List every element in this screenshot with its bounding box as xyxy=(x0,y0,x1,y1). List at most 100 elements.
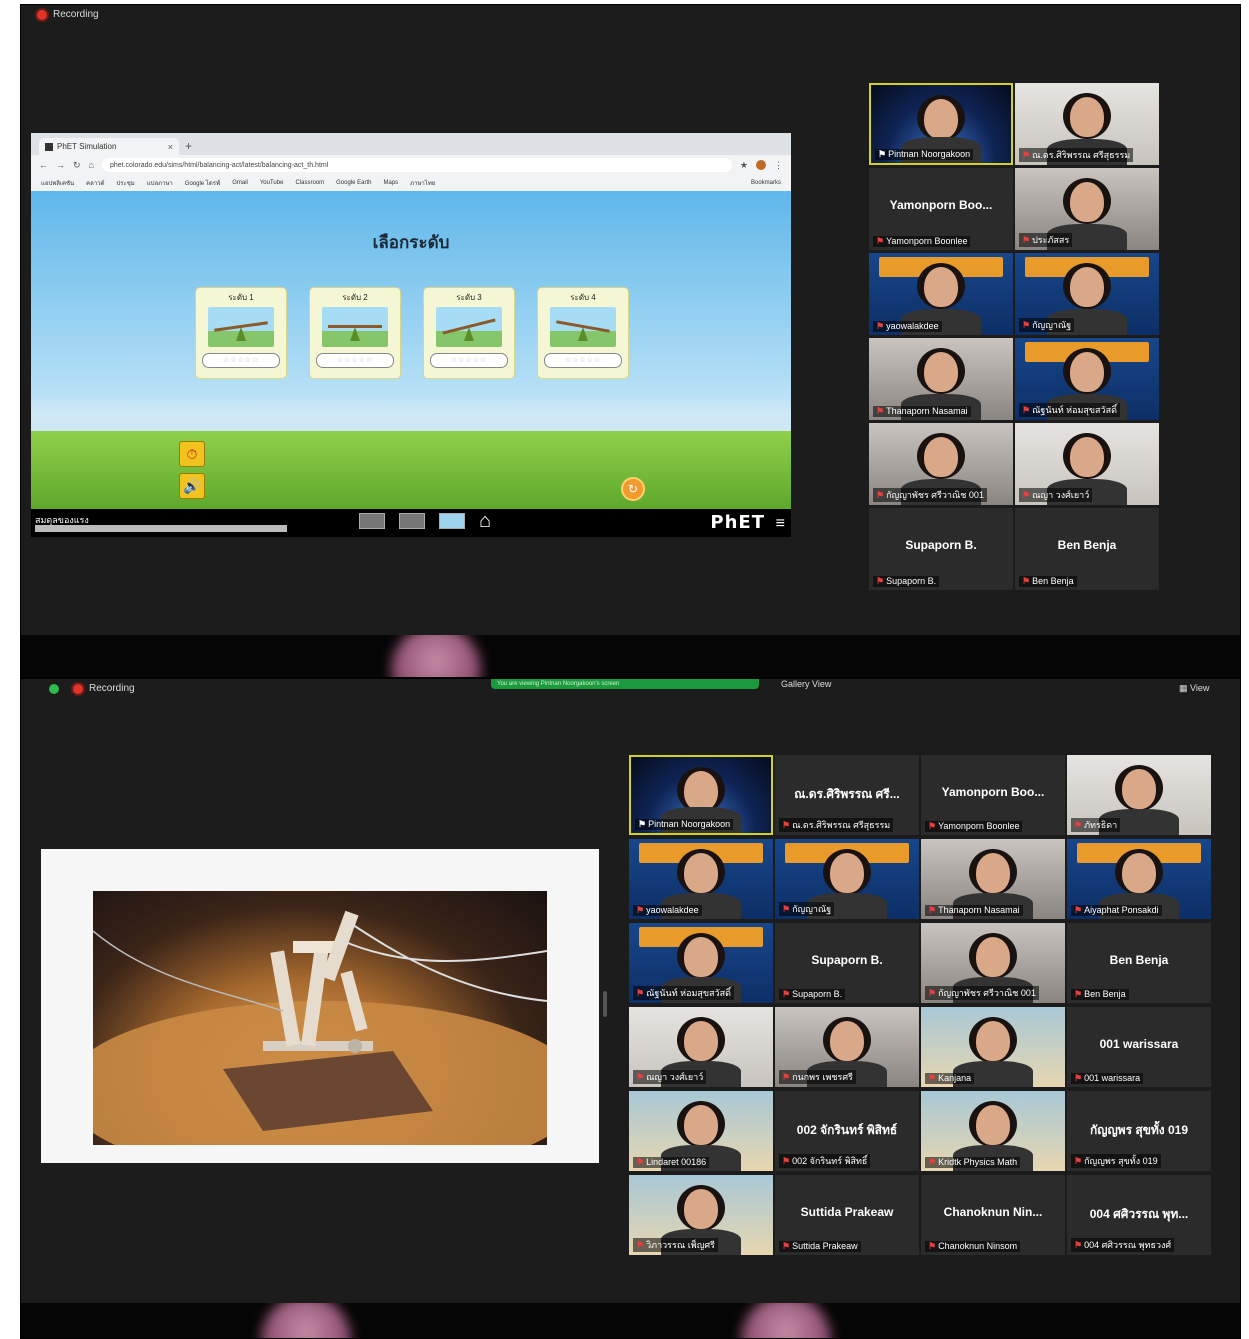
participant-tile[interactable]: Yamonporn Boo... ⚑ Yamonporn Boonlee xyxy=(921,755,1065,835)
bookmark-item[interactable]: ภาษาไทย xyxy=(410,178,435,188)
bookmark-item[interactable]: แปลภาษา xyxy=(147,178,173,188)
participant-face xyxy=(1122,769,1156,809)
bookmark-item[interactable]: Google Earth xyxy=(336,180,371,186)
url-bar[interactable]: phet.colorado.edu/sims/html/balancing-ac… xyxy=(101,158,732,172)
participant-tile[interactable]: ⚑ วิภาวรรณ เพ็ญศรี xyxy=(629,1175,773,1255)
sound-toggle-button[interactable]: 🔊 xyxy=(179,473,205,499)
participant-tile[interactable]: ⚑ Aiyaphat Ponsakdi xyxy=(1067,839,1211,919)
phet-menu-icon[interactable]: ≡ xyxy=(776,515,785,533)
close-tab-icon[interactable]: × xyxy=(168,142,173,152)
panel-splitter-handle[interactable] xyxy=(603,991,607,1017)
level-2-button[interactable]: ระดับ 2 ☆☆☆☆☆ xyxy=(309,287,401,379)
participant-name-label: ⚑ Ben Benja xyxy=(1071,989,1129,1000)
level-3-button[interactable]: ระดับ 3 ☆☆☆☆☆ xyxy=(423,287,515,379)
participant-tile[interactable]: ⚑ Pintnan Noorgakoon xyxy=(869,83,1013,165)
participant-tile[interactable]: ⚑ Kanjana xyxy=(921,1007,1065,1087)
profile-icon[interactable] xyxy=(756,160,766,170)
mic-muted-icon: ⚑ xyxy=(928,1241,937,1251)
participant-name-text: วิภาวรรณ เพ็ญศรี xyxy=(646,1240,715,1250)
participant-name-label: ⚑ Supaporn B. xyxy=(873,576,940,587)
mic-muted-icon: ⚑ xyxy=(1074,989,1083,999)
home-icon[interactable]: ⌂ xyxy=(89,160,94,170)
extension-icon[interactable]: ★ xyxy=(740,160,748,171)
participant-tile[interactable]: ⚑ ณญา วงศ์เยาว์ xyxy=(1015,423,1159,505)
participant-tile[interactable]: ⚑ กัญญาพัชร ศรีวาณิช 001 xyxy=(869,423,1013,505)
participant-tile[interactable]: ⚑ ณัฐนันท์ ห่อมสุขสวัสดิ์ xyxy=(629,923,773,1003)
participant-tile[interactable]: Suttida Prakeaw ⚑ Suttida Prakeaw xyxy=(775,1175,919,1255)
back-icon[interactable]: ← xyxy=(39,160,48,170)
participant-name-label: ⚑ ณ.ดร.ศิริพรรณ ศรีสุธรรม xyxy=(779,818,894,832)
bookmark-item[interactable]: ประชุม xyxy=(116,178,134,188)
view-button[interactable]: ▦ View xyxy=(1179,683,1209,694)
participant-face xyxy=(1070,182,1104,222)
nav-screen-intro[interactable] xyxy=(359,513,385,529)
phet-logo[interactable]: PhET xyxy=(710,512,765,533)
participant-tile[interactable]: ⚑ ณญา วงศ์เยาว์ xyxy=(629,1007,773,1087)
participant-tile[interactable]: ⚑ กัญญาพัชร ศรีวาณิช 001 xyxy=(921,923,1065,1003)
participant-tile[interactable]: ⚑ Kridtk Physics Math xyxy=(921,1091,1065,1171)
bookmarks-folder[interactable]: Bookmarks xyxy=(751,180,781,186)
bookmark-item[interactable]: Classroom xyxy=(295,180,324,186)
banner-text: You are viewing Pintnan Noorgakoon's scr… xyxy=(497,681,620,687)
nav-home-icon[interactable]: ⌂ xyxy=(479,510,491,533)
participant-tile[interactable]: ณ.ดร.ศิริพรรณ ศรี... ⚑ ณ.ดร.ศิริพรรณ ศรีสุ… xyxy=(775,755,919,835)
recording-indicator: Recording xyxy=(49,683,135,694)
mic-muted-icon: ⚑ xyxy=(1022,490,1031,500)
timer-toggle-button[interactable]: ⏱ xyxy=(179,441,205,467)
participant-tile[interactable]: กัญญพร สุขทั้ง 019 ⚑ กัญญพร สุขทั้ง 019 xyxy=(1067,1091,1211,1171)
heart-decoration xyxy=(261,1303,351,1338)
participant-name-label: ⚑ Kanjana xyxy=(925,1073,975,1084)
view-options-button[interactable]: Gallery View xyxy=(781,679,831,689)
participant-display-name: Ben Benja xyxy=(1057,538,1117,552)
participant-tile[interactable]: ⚑ กนกพร เพชรศรี xyxy=(775,1007,919,1087)
bookmark-item[interactable]: Gmail xyxy=(232,180,248,186)
participant-tile[interactable]: Supaporn B. ⚑ Supaporn B. xyxy=(775,923,919,1003)
participant-name-label: ⚑ กนกพร เพชรศรี xyxy=(779,1070,856,1084)
participant-tile[interactable]: ⚑ กัญญาณัฐ xyxy=(775,839,919,919)
level-1-button[interactable]: ระดับ 1 ☆☆☆☆☆ xyxy=(195,287,287,379)
participant-tile[interactable]: ⚑ ประภัสสร xyxy=(1015,168,1159,250)
level-4-button[interactable]: ระดับ 4 ☆☆☆☆☆ xyxy=(537,287,629,379)
reload-icon[interactable]: ↻ xyxy=(73,160,81,171)
participant-name-text: ภัทรธิดา xyxy=(1084,820,1118,830)
participant-tile[interactable]: Supaporn B. ⚑ Supaporn B. xyxy=(869,508,1013,590)
participant-tile[interactable]: ⚑ Pintnan Noorgakoon xyxy=(629,755,773,835)
participant-tile[interactable]: ⚑ ณ.ดร.ศิริพรรณ ศรีสุธรรม xyxy=(1015,83,1159,165)
screen-share-banner[interactable]: You are viewing Pintnan Noorgakoon's scr… xyxy=(491,679,759,689)
level-stars: ☆☆☆☆☆ xyxy=(544,353,622,368)
participant-name-text: Suttida Prakeaw xyxy=(792,1241,858,1251)
participant-tile[interactable]: ⚑ Thanaporn Nasamai xyxy=(921,839,1065,919)
mic-muted-icon: ⚑ xyxy=(782,1241,791,1251)
reset-all-button[interactable]: ↻ xyxy=(621,477,645,501)
participant-tile[interactable]: 002 จักรินทร์ พิสิทธ์ ⚑ 002 จักรินทร์ พิสิ… xyxy=(775,1091,919,1171)
nav-screen-balance-lab[interactable] xyxy=(399,513,425,529)
browser-tab[interactable]: PhET Simulation × xyxy=(39,138,179,155)
bookmark-item[interactable]: YouTube xyxy=(260,180,284,186)
nav-screen-game[interactable] xyxy=(439,513,465,529)
forward-icon[interactable]: → xyxy=(56,160,65,170)
participant-tile[interactable]: ⚑ ภัทรธิดา xyxy=(1067,755,1211,835)
participant-tile[interactable]: ⚑ yaowalakdee xyxy=(629,839,773,919)
participant-name-text: กัญญพร สุขทั้ง 019 xyxy=(1084,1156,1158,1166)
bookmark-item[interactable]: Maps xyxy=(383,180,398,186)
participant-tile[interactable]: ⚑ yaowalakdee xyxy=(869,253,1013,335)
participant-tile[interactable]: Ben Benja ⚑ Ben Benja xyxy=(1015,508,1159,590)
participant-name-label: ⚑ 002 จักรินทร์ พิสิทธิ์ xyxy=(779,1154,871,1168)
browser-menu-icon[interactable]: ⋮ xyxy=(774,160,783,171)
new-tab-icon[interactable]: + xyxy=(185,139,192,153)
participant-tile[interactable]: Chanoknun Nin... ⚑ Chanoknun Ninsom xyxy=(921,1175,1065,1255)
participant-display-name: 002 จักรินทร์ พิสิทธ์ xyxy=(796,1123,898,1137)
participant-tile[interactable]: Yamonporn Boo... ⚑ Yamonporn Boonlee xyxy=(869,168,1013,250)
participant-tile[interactable]: 004 ศศิวรรณ พุท... ⚑ 004 ศศิวรรณ พุทธวงศ์ xyxy=(1067,1175,1211,1255)
participant-tile[interactable]: ⚑ Lindaret 00186 xyxy=(629,1091,773,1171)
participant-tile[interactable]: Ben Benja ⚑ Ben Benja xyxy=(1067,923,1211,1003)
bookmark-item[interactable]: คลาวด์ xyxy=(86,178,104,188)
participant-tile[interactable]: ⚑ กัญญาณัฐ xyxy=(1015,253,1159,335)
participant-tile[interactable]: ⚑ ณัฐนันท์ ห่อมสุขสวัสดิ์ xyxy=(1015,338,1159,420)
sim-name-underline xyxy=(35,525,287,532)
bookmark-item[interactable]: Google ไดรฟ์ xyxy=(185,178,220,188)
participant-tile[interactable]: 001 warissara ⚑ 001 warissara xyxy=(1067,1007,1211,1087)
participant-tile[interactable]: ⚑ Thanaporn Nasamai xyxy=(869,338,1013,420)
level-stars: ☆☆☆☆☆ xyxy=(316,353,394,368)
bookmark-item[interactable]: แอปพลิเคชัน xyxy=(41,178,74,188)
